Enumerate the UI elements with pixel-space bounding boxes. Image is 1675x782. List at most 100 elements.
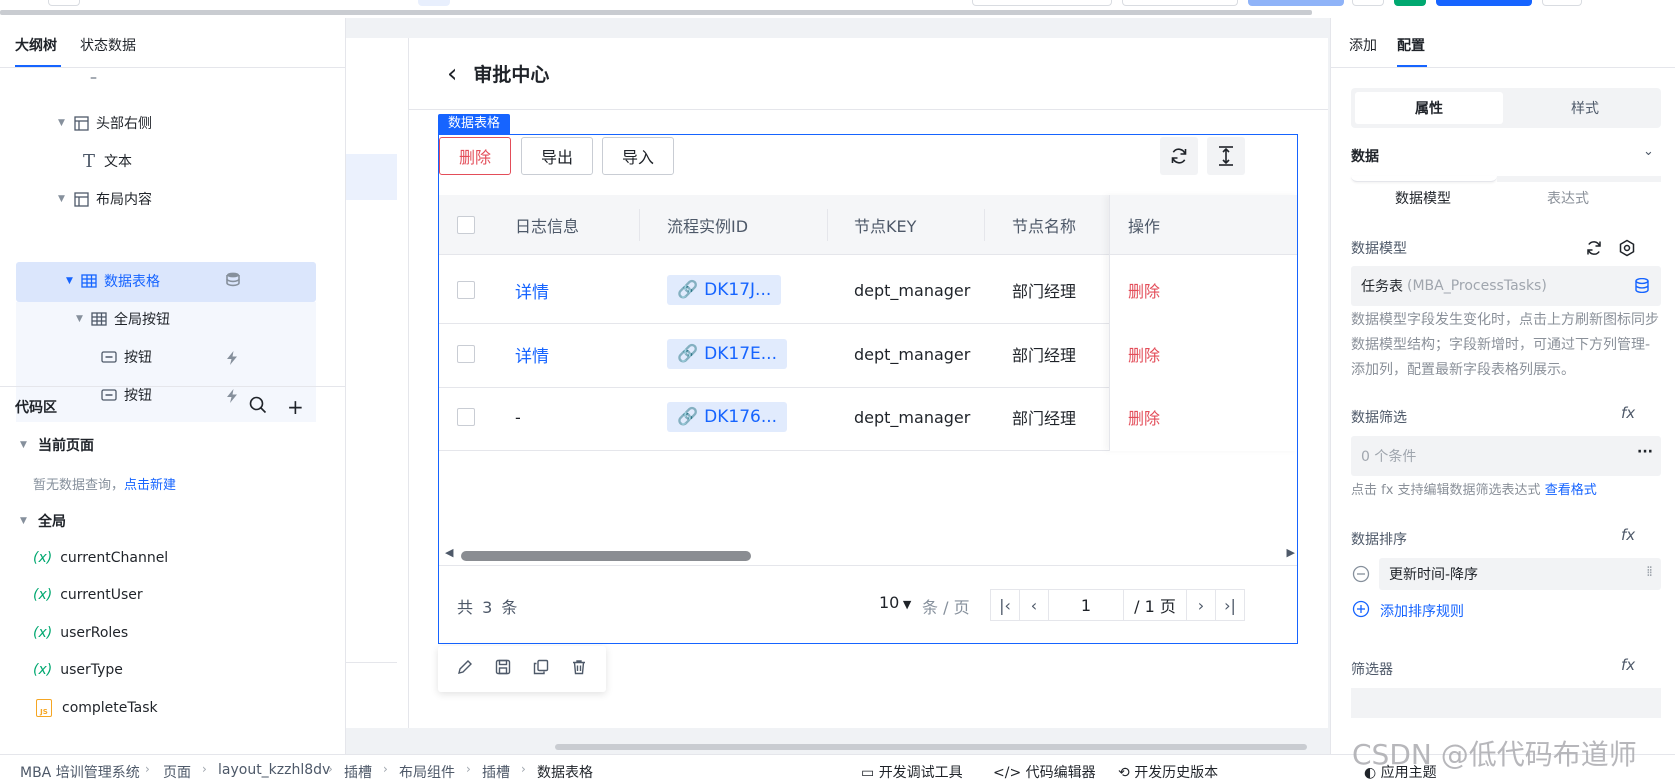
delete-button[interactable]: 删除	[439, 137, 511, 175]
breadcrumb-item[interactable]: 插槽	[482, 762, 510, 782]
tree-node-global-buttons[interactable]: ▼ 全局按钮	[76, 300, 170, 338]
column-header[interactable]: 操作	[1110, 195, 1297, 255]
chevron-down-icon[interactable]: ⌄	[1643, 144, 1654, 159]
tab-state-data[interactable]: 状态数据	[80, 35, 136, 55]
caret-down-icon[interactable]: ▼	[20, 440, 38, 450]
add-sort-rule-button[interactable]: 添加排序规则	[1352, 600, 1464, 622]
fx-icon[interactable]: fx	[1621, 526, 1635, 544]
row-delete-link[interactable]: 删除	[1128, 320, 1160, 388]
dev-history[interactable]: ⟲ 开发历史版本	[1118, 762, 1218, 782]
toolbar-stub[interactable]	[48, 0, 80, 6]
row-checkbox[interactable]	[457, 320, 475, 388]
current-page-group[interactable]: ▼ 当前页面	[20, 427, 94, 463]
add-icon[interactable]: +	[287, 395, 304, 419]
column-header[interactable]: 节点KEY	[854, 195, 916, 255]
drag-handle-icon[interactable]: ⁞⁞	[1646, 564, 1653, 580]
row-delete-link[interactable]: 删除	[1128, 256, 1160, 324]
tree-node-layout-content[interactable]: ▼ 布局内容	[58, 180, 152, 218]
tab-add[interactable]: 添加	[1349, 35, 1377, 55]
column-header[interactable]: 节点名称	[1012, 195, 1108, 255]
var-item[interactable]: (x) currentChannel	[33, 540, 168, 576]
instance-id-chip[interactable]: 🔗 DK17E...	[667, 339, 787, 369]
view-format-link[interactable]: 查看格式	[1545, 483, 1597, 498]
toolbar-stub[interactable]	[418, 0, 450, 6]
breadcrumb-item[interactable]: 页面	[163, 762, 191, 782]
breadcrumb-item[interactable]: MBA 培训管理系统	[20, 762, 140, 782]
scrollbar-thumb[interactable]	[461, 551, 751, 561]
refresh-icon[interactable]	[1160, 137, 1198, 175]
toolbar-stub[interactable]	[1542, 0, 1582, 6]
tree-node-text[interactable]: T 文本	[80, 142, 132, 180]
canvas-horizontal-scrollbar[interactable]	[555, 744, 1307, 750]
save-icon[interactable]	[495, 659, 511, 679]
instance-id-chip[interactable]: 🔗 DK176...	[667, 402, 788, 432]
tab-config[interactable]: 配置	[1397, 35, 1425, 55]
function-item[interactable]: JS completeTask	[36, 690, 158, 726]
detail-link[interactable]: 详情	[515, 256, 549, 324]
selector-input[interactable]	[1351, 688, 1661, 718]
search-icon[interactable]	[249, 396, 267, 418]
sort-rule[interactable]: 更新时间-降序 ⁞⁞	[1379, 558, 1661, 590]
toolbar-stub[interactable]	[1352, 0, 1384, 6]
column-header[interactable]: 日志信息	[515, 195, 579, 255]
segment-properties[interactable]: 属性	[1355, 92, 1503, 124]
fx-icon[interactable]: fx	[1621, 656, 1635, 674]
fx-icon[interactable]: fx	[1621, 404, 1635, 422]
breadcrumb-item[interactable]: 插槽	[344, 762, 372, 782]
breadcrumb-item[interactable]: 布局组件	[399, 762, 455, 782]
page-size-select[interactable]: 10 ▼	[879, 593, 911, 612]
var-item[interactable]: (x) userRoles	[33, 615, 128, 651]
scroll-right-icon[interactable]: ▶	[1287, 546, 1295, 559]
remove-circle-icon[interactable]	[1352, 565, 1370, 587]
toolbar-stub[interactable]	[1122, 0, 1238, 6]
tree-node-dash[interactable]: –	[90, 68, 97, 88]
select-all-checkbox[interactable]	[457, 195, 475, 255]
global-group[interactable]: ▼ 全局	[20, 503, 66, 539]
caret-down-icon[interactable]: ▼	[20, 516, 38, 526]
instance-id-chip[interactable]: 🔗 DK17J...	[667, 275, 782, 305]
back-chevron-icon[interactable]: ‹	[447, 61, 457, 87]
data-table-component[interactable]: 删除 导出 导入 日志信息 流程实例ID 节点KEY 节点名称 详情 🔗 DK17…	[438, 134, 1298, 644]
tree-node-header-right[interactable]: ▼ 头部右侧	[58, 104, 152, 142]
caret-down-icon[interactable]: ▼	[58, 118, 72, 128]
row-delete-link[interactable]: 删除	[1128, 383, 1160, 451]
row-checkbox[interactable]	[457, 383, 475, 451]
more-icon[interactable]: ···	[1637, 444, 1653, 460]
export-button[interactable]: 导出	[521, 137, 593, 175]
tab-outline-tree[interactable]: 大纲树	[15, 35, 57, 55]
scroll-left-icon[interactable]: ◀	[445, 546, 453, 559]
detail-link[interactable]: 详情	[515, 320, 549, 388]
import-button[interactable]: 导入	[602, 137, 674, 175]
last-page-icon[interactable]: ›|	[1215, 589, 1245, 621]
toolbar-stub[interactable]	[972, 0, 1112, 6]
lightning-icon[interactable]	[224, 350, 240, 370]
create-query-link[interactable]: 点击新建	[124, 474, 176, 493]
settings-icon[interactable]	[1618, 239, 1636, 261]
page-number-input[interactable]: 1	[1048, 589, 1124, 621]
segment-style[interactable]: 样式	[1511, 92, 1659, 124]
breadcrumb-current[interactable]: 数据表格	[537, 762, 593, 782]
delete-icon[interactable]	[571, 659, 587, 679]
filter-input[interactable]: 0 个条件 ···	[1351, 436, 1661, 476]
refresh-icon[interactable]	[1585, 239, 1603, 261]
tree-node-data-table[interactable]: ▼ 数据表格	[66, 262, 160, 300]
var-item[interactable]: (x) currentUser	[33, 577, 143, 613]
dev-debug-tool[interactable]: ▭ 开发调试工具	[861, 762, 963, 782]
horizontal-scrollbar[interactable]: ◀ ▶	[445, 546, 1295, 561]
copy-icon[interactable]	[533, 659, 549, 679]
caret-down-icon[interactable]: ▼	[76, 314, 90, 324]
code-editor[interactable]: </> 代码编辑器	[993, 762, 1096, 782]
tree-node-button[interactable]: 按钮	[100, 338, 152, 376]
toolbar-stub[interactable]	[1436, 0, 1532, 6]
row-height-icon[interactable]	[1207, 137, 1245, 175]
column-header[interactable]: 流程实例ID	[667, 195, 748, 255]
caret-down-icon[interactable]: ▼	[66, 276, 80, 286]
edit-icon[interactable]	[457, 659, 473, 679]
top-scrollbar[interactable]	[0, 10, 1312, 15]
first-page-icon[interactable]: |‹	[990, 589, 1020, 621]
toolbar-stub[interactable]	[1394, 0, 1426, 6]
data-model-select[interactable]: 任务表 (MBA_ProcessTasks)	[1351, 266, 1661, 306]
breadcrumb-item[interactable]: layout_kzzhl8dv	[218, 762, 330, 778]
subtab-expression[interactable]: 表达式	[1547, 188, 1589, 208]
subtab-data-model[interactable]: 数据模型	[1395, 188, 1451, 208]
